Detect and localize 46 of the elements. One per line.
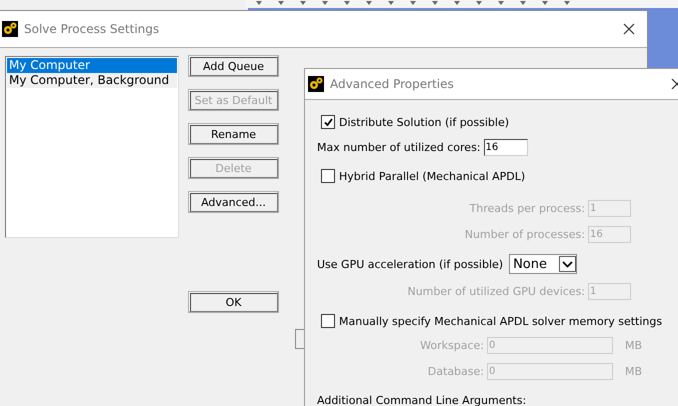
toolbar-icon[interactable] xyxy=(365,0,373,6)
dialog-button[interactable]: Advanced... xyxy=(189,192,278,212)
section-label: Additional Command Line Arguments: xyxy=(317,394,526,406)
field-label: Threads per process: xyxy=(470,202,585,214)
toolbar-icon[interactable] xyxy=(497,0,505,6)
unit-label: MB xyxy=(625,338,642,352)
dropdown[interactable]: None xyxy=(509,254,578,274)
gears-icon xyxy=(308,76,324,92)
field-label: Database: xyxy=(426,364,484,378)
field-label: Number of processes: xyxy=(464,228,585,240)
queue-item[interactable]: My Computer xyxy=(7,58,177,73)
field-label: Max number of utilized cores: xyxy=(317,140,481,154)
toolbar-icon[interactable] xyxy=(387,0,395,6)
checkbox-label: Manually specify Mechanical APDL solver memory settings xyxy=(339,314,662,328)
checkbox-label: Distribute Solution (if possible) xyxy=(339,116,510,128)
toolbar-icon[interactable] xyxy=(299,0,307,6)
toolbar-icon[interactable] xyxy=(277,0,285,6)
gears-icon xyxy=(2,21,18,37)
toolbar-icon[interactable] xyxy=(409,0,417,6)
input-field[interactable]: 16 xyxy=(484,138,528,156)
close-icon[interactable] xyxy=(623,23,635,35)
checkbox-label: Hybrid Parallel (Mechanical APDL) xyxy=(339,170,526,182)
window-title: Solve Process Settings xyxy=(24,22,160,36)
field-label: Use GPU acceleration (if possible) xyxy=(317,258,504,270)
toolbar-icon[interactable] xyxy=(255,0,263,6)
ok-button[interactable]: OK xyxy=(189,292,278,312)
toolbar-icon[interactable] xyxy=(343,0,351,6)
toolbar-icon[interactable] xyxy=(563,0,571,6)
checkbox[interactable] xyxy=(321,115,335,129)
toolbar-icon[interactable] xyxy=(321,0,329,6)
dialog-button[interactable]: Add Queue xyxy=(189,56,278,76)
window-title: Advanced Properties xyxy=(330,77,455,91)
field-label: Number of utilized GPU devices: xyxy=(407,284,585,298)
caret-icon xyxy=(559,256,576,272)
close-icon[interactable] xyxy=(671,78,678,90)
dialog-button[interactable]: Rename xyxy=(189,124,278,144)
toolbar-icon[interactable] xyxy=(475,0,483,6)
field-label: Workspace: xyxy=(419,338,484,352)
unit-label: MB xyxy=(625,364,642,378)
toolbar-icon[interactable] xyxy=(453,0,461,6)
toolbar-icon[interactable] xyxy=(431,0,439,6)
toolbar-icon[interactable] xyxy=(541,0,549,6)
checkbox[interactable] xyxy=(321,169,335,183)
checkbox[interactable] xyxy=(321,314,335,328)
toolbar-icon[interactable] xyxy=(519,0,527,6)
queue-item[interactable]: My Computer, Background xyxy=(7,73,177,88)
